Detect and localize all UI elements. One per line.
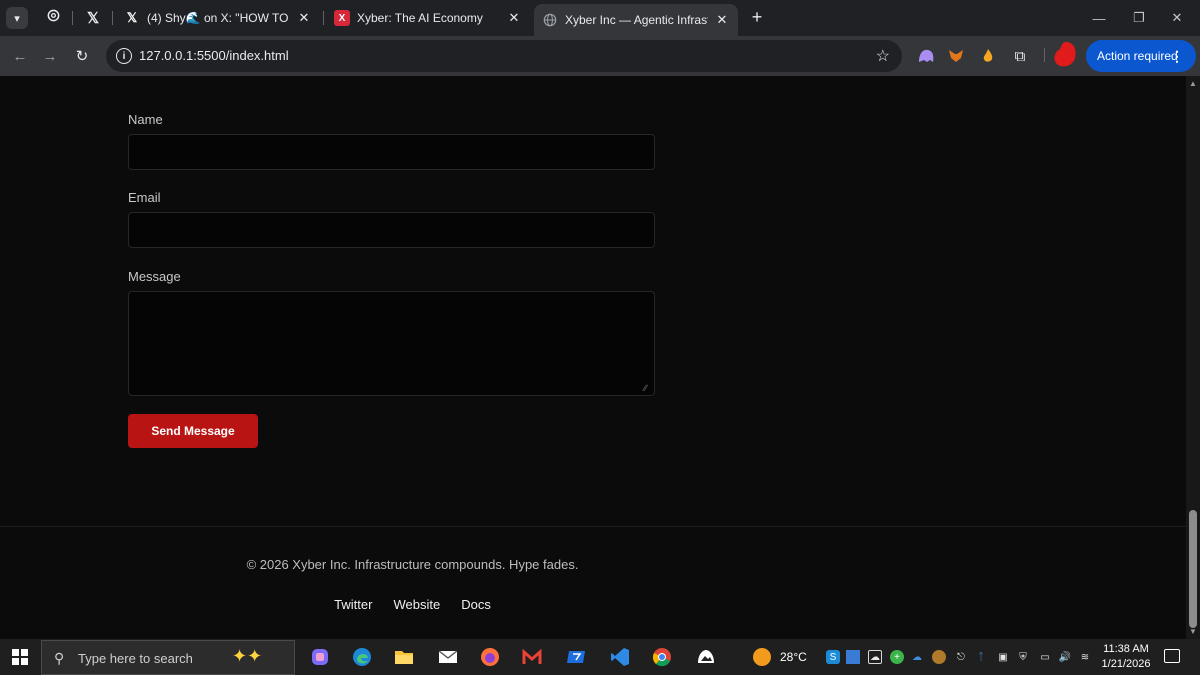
footer-link-website[interactable]: Website [393, 597, 440, 612]
firefox-icon[interactable] [478, 645, 502, 669]
edge-browser-icon[interactable] [350, 645, 374, 669]
battery-icon[interactable]: ▭ [1038, 650, 1052, 664]
taskbar-search-box[interactable]: ⚲ Type here to search ✦✦ [41, 640, 295, 675]
browser-toolbar: ← → ↻ i 127.0.0.1:5500/index.html ☆ ⧉ Ac… [0, 36, 1200, 76]
metamask-fox-icon[interactable] [946, 46, 966, 66]
x-logo-icon: 𝕏 [126, 10, 138, 25]
usb-icon[interactable]: ⎋ [954, 650, 968, 664]
scrollbar-thumb[interactable] [1189, 510, 1197, 628]
chrome-icon[interactable] [650, 645, 674, 669]
blue-app-icon[interactable] [564, 645, 588, 669]
action-required-button[interactable]: Action required ⋮ [1086, 40, 1196, 72]
address-bar[interactable]: i 127.0.0.1:5500/index.html ☆ [106, 40, 902, 72]
cloud-sync-icon[interactable]: ☁ [868, 650, 882, 664]
openai-logo-icon [46, 8, 61, 28]
window-close-icon[interactable]: ✕ [1154, 0, 1200, 36]
browser-tab-strip: ▾ 𝕏 𝕏 (4) Shy🌊 on X: "HOW TO VIBE ✕ X Xy… [0, 0, 1200, 36]
extension-ghost-icon[interactable] [916, 46, 936, 66]
clock-time: 11:38 AM [1103, 643, 1149, 655]
sparkle-icon: ✦✦ [232, 646, 263, 666]
search-icon: ⚲ [54, 650, 65, 666]
site-info-icon[interactable]: i [116, 48, 132, 64]
footer-link-twitter[interactable]: Twitter [334, 597, 372, 612]
scroll-down-icon[interactable]: ▼ [1189, 627, 1197, 636]
tab-search-button[interactable]: ▾ [6, 7, 28, 29]
display-icon[interactable]: ▣ [996, 650, 1010, 664]
footer-links: Twitter Website Docs [0, 597, 825, 612]
tab-xyber-ai-economy[interactable]: X Xyber: The AI Economy ✕ [326, 4, 530, 32]
tab-xyber-inc-active[interactable]: Xyber Inc — Agentic Infrastruct ✕ [534, 4, 738, 36]
security-shield-icon[interactable]: ⛨ [1016, 650, 1030, 664]
close-icon[interactable]: ✕ [296, 10, 312, 26]
textarea-resize-handle[interactable]: ∕∕ [644, 384, 654, 394]
close-icon[interactable]: ✕ [506, 10, 522, 26]
notification-center-icon[interactable] [1164, 649, 1180, 663]
windows-start-icon[interactable] [12, 649, 28, 665]
extensions-puzzle-icon[interactable]: ⧉ [1010, 46, 1030, 66]
copilot-icon[interactable] [308, 645, 332, 669]
profile-avatar[interactable] [1052, 40, 1078, 70]
send-message-button[interactable]: Send Message [128, 414, 258, 448]
taskbar-clock[interactable]: 11:38 AM 1/21/2026 [1096, 642, 1156, 672]
message-textarea[interactable] [128, 291, 655, 396]
xyber-logo-icon: X [334, 10, 350, 26]
tab-title: Xyber Inc — Agentic Infrastruct [565, 13, 708, 27]
page-viewport: Name Email Message ∕∕ Send Message © 202… [0, 76, 1186, 639]
x-logo-icon: 𝕏 [86, 10, 100, 27]
bookmark-star-icon[interactable]: ☆ [876, 46, 890, 66]
message-label: Message [128, 269, 181, 284]
mail-icon[interactable] [436, 645, 460, 669]
tab-x-post[interactable]: 𝕏 (4) Shy🌊 on X: "HOW TO VIBE ✕ [116, 4, 320, 32]
back-arrow-icon[interactable]: ← [8, 44, 32, 68]
cloud-tray-icon[interactable]: ☁ [910, 650, 924, 664]
bluetooth-icon[interactable]: ᛏ [974, 650, 988, 664]
page-scrollbar[interactable]: ▲ ▼ [1186, 76, 1200, 639]
skype-icon[interactable]: S [826, 650, 840, 664]
clock-date: 1/21/2026 [1101, 658, 1151, 670]
footer-divider [0, 526, 1186, 527]
action-required-label: Action required [1097, 49, 1178, 63]
windows-taskbar: ⚲ Type here to search ✦✦ 28°C S ☁ + ☁ ⎋ … [0, 639, 1200, 675]
volume-icon[interactable]: 🔊 [1058, 650, 1072, 664]
tab-title: Xyber: The AI Economy [357, 11, 483, 25]
email-input[interactable] [128, 212, 655, 248]
pinned-tab-chatgpt[interactable] [38, 6, 68, 30]
globe-icon [542, 12, 558, 28]
url-text[interactable]: 127.0.0.1:5500/index.html [139, 48, 289, 63]
tray-app-icon[interactable] [846, 650, 860, 664]
weather-sun-icon[interactable] [753, 648, 771, 666]
pinned-tab-x[interactable]: 𝕏 [78, 6, 108, 30]
orange-tray-icon[interactable] [932, 650, 946, 664]
photos-icon[interactable] [694, 645, 718, 669]
scroll-up-icon[interactable]: ▲ [1189, 79, 1197, 88]
email-label: Email [128, 190, 161, 205]
vscode-icon[interactable] [608, 645, 632, 669]
search-placeholder: Type here to search [78, 651, 193, 666]
close-icon[interactable]: ✕ [714, 12, 730, 28]
footer-copyright: © 2026 Xyber Inc. Infrastructure compoun… [246, 557, 579, 572]
weather-temperature[interactable]: 28°C [780, 650, 807, 664]
name-label: Name [128, 112, 163, 127]
green-plus-icon[interactable]: + [890, 650, 904, 664]
wifi-icon[interactable]: ≋ [1078, 650, 1092, 664]
forward-arrow-icon[interactable]: → [38, 44, 62, 68]
footer-link-docs[interactable]: Docs [461, 597, 491, 612]
file-explorer-icon[interactable] [392, 645, 416, 669]
new-tab-button[interactable]: + [746, 6, 768, 28]
name-input[interactable] [128, 134, 655, 170]
more-menu-icon[interactable]: ⋮ [1170, 48, 1184, 65]
reload-icon[interactable]: ↻ [70, 44, 94, 68]
tab-title: (4) Shy🌊 on X: "HOW TO VIBE [147, 11, 290, 25]
gmail-icon[interactable] [520, 645, 544, 669]
flame-extension-icon[interactable] [978, 46, 998, 66]
